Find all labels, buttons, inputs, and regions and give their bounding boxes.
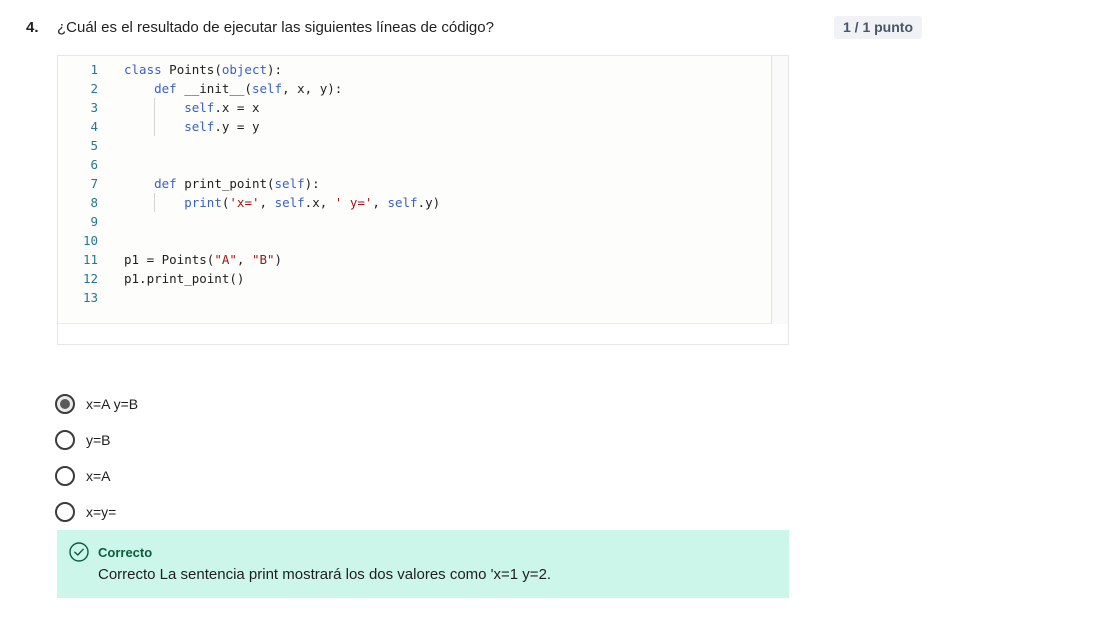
code-line: 5 — [58, 136, 98, 155]
code-token: 'x=' — [229, 195, 260, 210]
line-number: 11 — [82, 252, 98, 267]
radio-unchecked-icon[interactable] — [55, 502, 75, 522]
feedback-text: Correcto La sentencia print mostrará los… — [98, 566, 552, 583]
code-token: "A" — [214, 252, 237, 267]
line-number: 2 — [90, 81, 98, 96]
code-token: p1.print_point() — [124, 271, 245, 286]
answer-option[interactable]: y=B — [55, 422, 138, 458]
code-line: 8 print('x=', self.x, ' y=', self.y) — [58, 193, 440, 212]
code-line: 7 def print_point(self): — [58, 174, 319, 193]
code-line: 12 p1.print_point() — [58, 269, 244, 288]
code-text: class Points(object): — [124, 60, 282, 79]
code-token: "B" — [251, 252, 275, 267]
code-token: , — [372, 195, 388, 210]
code-token: object — [221, 62, 268, 77]
code-line: 3 self.x = x — [58, 98, 259, 117]
code-token: self — [184, 119, 215, 134]
code-token: class — [124, 62, 162, 77]
code-token: .x = x — [214, 100, 260, 115]
code-line: 4 self.y = y — [58, 117, 259, 136]
answer-option[interactable]: x=y= — [55, 494, 138, 530]
line-number: 13 — [82, 290, 98, 305]
code-line: 13 — [58, 288, 98, 307]
code-token: ' y=' — [334, 195, 373, 210]
code-token: ) — [274, 252, 283, 267]
code-token: self — [184, 100, 215, 115]
answer-option-label: y=B — [86, 432, 111, 448]
line-number: 7 — [90, 176, 98, 191]
code-text: def print_point(self): — [124, 174, 320, 193]
code-token: .y = y — [214, 119, 260, 134]
code-line: 9 — [58, 212, 98, 231]
code-lines: 1 class Points(object): 2 def __init__(sel… — [58, 60, 440, 307]
line-number: 9 — [90, 214, 98, 229]
code-token: self — [274, 176, 305, 191]
code-text: self.y = y — [124, 117, 259, 136]
code-text: print('x=', self.x, ' y=', self.y) — [124, 193, 440, 212]
code-token: p1 = Points( — [124, 252, 215, 267]
code-block: 1 class Points(object): 2 def __init__(sel… — [57, 55, 789, 345]
line-number: 3 — [90, 100, 98, 115]
code-editor[interactable]: 1 class Points(object): 2 def __init__(sel… — [58, 56, 788, 324]
answer-option-label: x=y= — [86, 504, 117, 520]
code-text: p1.print_point() — [124, 269, 244, 288]
line-number: 4 — [90, 119, 98, 134]
code-token: self — [387, 195, 418, 210]
answer-option-label: x=A — [86, 468, 111, 484]
score-badge: 1 / 1 punto — [834, 16, 922, 39]
code-line: 1 class Points(object): — [58, 60, 282, 79]
question-number: 4. — [26, 19, 39, 36]
code-line: 2 def __init__(self, x, y): — [58, 79, 342, 98]
code-token: , x, y): — [282, 81, 343, 96]
code-token: ): — [267, 62, 283, 77]
line-number: 6 — [90, 157, 98, 172]
code-token: self — [274, 195, 305, 210]
code-token: print_point( — [176, 176, 275, 191]
code-token: def — [154, 176, 177, 191]
code-text: def __init__(self, x, y): — [124, 79, 342, 98]
line-number: 1 — [90, 62, 98, 77]
radio-checked-icon[interactable] — [55, 394, 75, 414]
feedback-title: Correcto — [98, 545, 153, 560]
code-token: __init__( — [176, 81, 252, 96]
answer-option[interactable]: x=A y=B — [55, 386, 138, 422]
code-text: self.x = x — [124, 98, 259, 117]
code-token: Points( — [161, 62, 222, 77]
code-line: 10 — [58, 231, 98, 250]
answer-option[interactable]: x=A — [55, 458, 138, 494]
code-token: self — [251, 81, 283, 96]
code-token: , — [236, 252, 252, 267]
code-line: 11 p1 = Points("A", "B") — [58, 250, 282, 269]
line-number: 10 — [82, 233, 98, 248]
check-circle-icon — [69, 542, 89, 562]
question-text: ¿Cuál es el resultado de ejecutar las si… — [57, 19, 494, 36]
code-token: ): — [304, 176, 320, 191]
code-token: , — [259, 195, 275, 210]
indent-guide — [154, 98, 155, 136]
code-token: .x, — [304, 195, 335, 210]
feedback-panel: Correcto Correcto La sentencia print mos… — [57, 530, 789, 598]
radio-unchecked-icon[interactable] — [55, 466, 75, 486]
answer-option-label: x=A y=B — [86, 396, 139, 412]
code-token: .y) — [417, 195, 441, 210]
code-token: def — [154, 81, 177, 96]
line-number: 8 — [90, 195, 98, 210]
code-text: p1 = Points("A", "B") — [124, 250, 282, 269]
line-number: 5 — [90, 138, 98, 153]
code-line: 6 — [58, 155, 98, 174]
radio-unchecked-icon[interactable] — [55, 430, 75, 450]
line-number: 12 — [82, 271, 98, 286]
answer-options: x=A y=B y=B x=A x=y= — [55, 386, 138, 530]
code-token: print — [184, 195, 222, 210]
code-scrollbar[interactable] — [771, 56, 788, 324]
indent-guide — [154, 193, 155, 212]
